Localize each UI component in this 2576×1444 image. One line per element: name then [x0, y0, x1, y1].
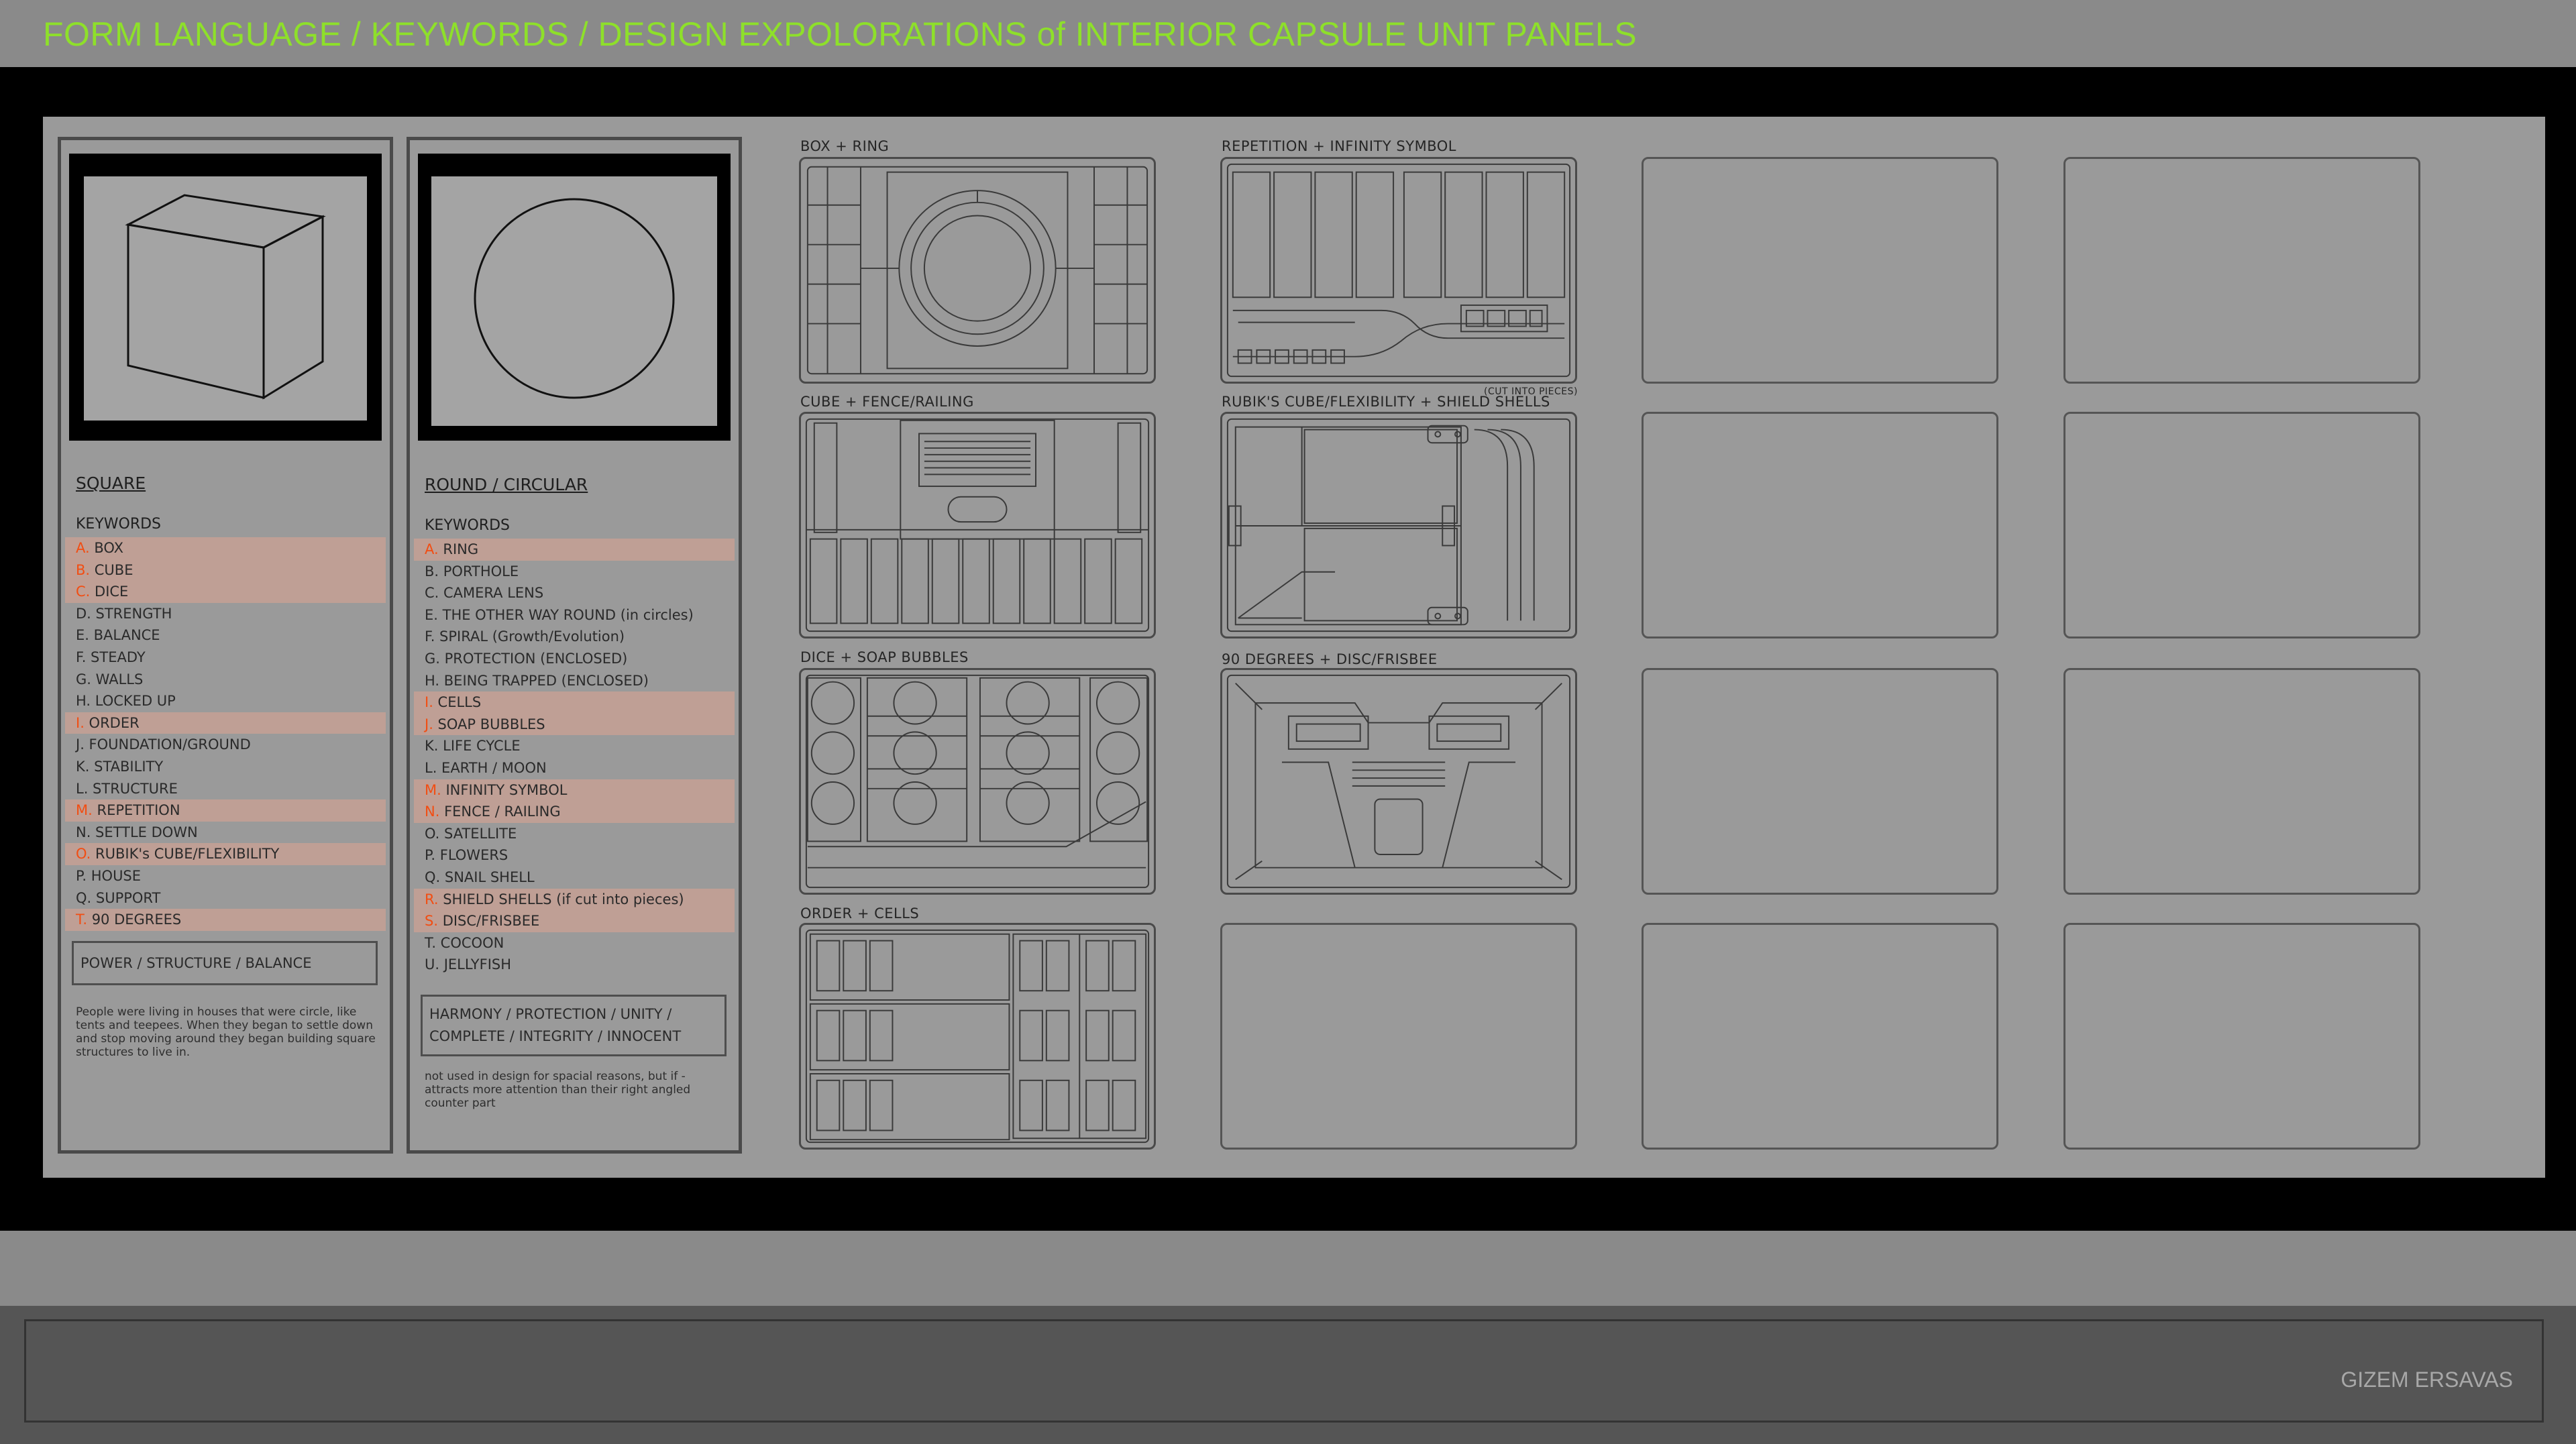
keyword-item: G. WALLS: [76, 671, 144, 687]
keyword-item: N. FENCE / RAILING: [414, 801, 735, 823]
cube-icon: [84, 176, 367, 421]
keyword-item: T. 90 DEGREES: [65, 909, 386, 931]
panel-sublabel: (CUT INTO PIECES): [1484, 386, 1578, 397]
keyword-item: L. STRUCTURE: [76, 780, 178, 797]
empty-panel: [2063, 668, 2420, 895]
round-shape-frame: [418, 154, 731, 441]
square-shape-frame: [69, 154, 382, 441]
panel-label: REPETITION + INFINITY SYMBOL: [1222, 138, 1456, 154]
square-keyword-list: A. BOX B. CUBE C. DICE D. STRENGTH E. BA…: [65, 537, 386, 931]
square-column: SQUARE KEYWORDS A. BOX B. CUBE C. DICE D…: [58, 137, 393, 1154]
keyword-item: A. BOX: [65, 537, 386, 559]
empty-panel: [1220, 923, 1577, 1150]
keyword-item: U. JELLYFISH: [425, 956, 512, 973]
keyword-item: E. THE OTHER WAY ROUND (in circles): [425, 606, 694, 623]
keyword-item: O. SATELLITE: [425, 825, 517, 842]
empty-panel: [1642, 412, 1998, 638]
box-ring-panel-icon: [799, 157, 1156, 384]
keyword-item: G. PROTECTION (ENCLOSED): [425, 650, 628, 667]
round-keywords-label: KEYWORDS: [425, 517, 511, 534]
keyword-item: T. COCOON: [425, 934, 504, 951]
dice-bubbles-panel-icon: [799, 668, 1156, 895]
keyword-item: H. BEING TRAPPED (ENCLOSED): [425, 672, 649, 689]
keyword-item: C. CAMERA LENS: [425, 585, 544, 602]
panel-label: ORDER + CELLS: [800, 905, 920, 922]
empty-panel: [2063, 412, 2420, 638]
footer-frame: [24, 1319, 2544, 1423]
round-summary: HARMONY / PROTECTION / UNITY / COMPLETE …: [421, 995, 727, 1056]
footer: GIZEM ERSAVAS: [0, 1306, 2576, 1444]
keyword-item: M. INFINITY SYMBOL: [414, 779, 735, 801]
empty-panel: [1642, 923, 1998, 1150]
rubiks-shield-panel-icon: [1220, 412, 1577, 638]
repetition-infinity-panel-icon: [1220, 157, 1577, 384]
round-column: ROUND / CIRCULAR KEYWORDS A. RING B. POR…: [407, 137, 742, 1154]
empty-panel: [1642, 157, 1998, 384]
empty-panel: [1642, 668, 1998, 895]
keyword-item: B. CUBE: [65, 559, 386, 581]
keyword-item: Q. SNAIL SHELL: [425, 869, 535, 885]
panel-label: 90 DEGREES + DISC/FRISBEE: [1222, 651, 1438, 667]
keyword-item: P. FLOWERS: [425, 847, 508, 864]
panel-label: CUBE + FENCE/RAILING: [800, 394, 974, 410]
round-heading: ROUND / CIRCULAR: [425, 475, 588, 494]
square-note: People were living in houses that were c…: [76, 1005, 376, 1059]
keyword-item: A. RING: [414, 539, 735, 561]
keyword-item: S. DISC/FRISBEE: [414, 910, 735, 932]
keyword-item: O. RUBIK's CUBE/FLEXIBILITY: [65, 843, 386, 865]
keyword-item: P. HOUSE: [76, 867, 142, 884]
square-summary: POWER / STRUCTURE / BALANCE: [72, 941, 378, 985]
keyword-item: J. FOUNDATION/GROUND: [76, 736, 251, 753]
order-cells-panel-icon: [799, 923, 1156, 1150]
keyword-item: D. STRENGTH: [76, 605, 172, 622]
page-title: FORM LANGUAGE / KEYWORDS / DESIGN EXPOLO…: [43, 15, 1638, 53]
keyword-item: K. LIFE CYCLE: [425, 738, 521, 755]
keyword-item: L. EARTH / MOON: [425, 759, 547, 776]
keyword-item: K. STABILITY: [76, 758, 164, 775]
empty-panel: [2063, 157, 2420, 384]
round-keyword-list: A. RING B. PORTHOLE C. CAMERA LENS E. TH…: [414, 539, 735, 976]
title-bar: FORM LANGUAGE / KEYWORDS / DESIGN EXPOLO…: [0, 0, 2576, 67]
panel-label: BOX + RING: [800, 138, 890, 154]
cube-fence-panel-icon: [799, 412, 1156, 638]
author-name: GIZEM ERSAVAS: [2341, 1368, 2513, 1392]
square-heading: SQUARE: [76, 474, 146, 493]
circle-icon: [431, 176, 717, 426]
keyword-item: F. SPIRAL (Growth/Evolution): [425, 628, 625, 645]
keyword-item: I. CELLS: [414, 691, 735, 714]
round-note: not used in design for spacial reasons, …: [425, 1070, 691, 1110]
keyword-item: N. SETTLE DOWN: [76, 824, 198, 840]
degrees-disc-panel-icon: [1220, 668, 1577, 895]
keyword-item: I. ORDER: [65, 712, 386, 734]
keyword-item: H. LOCKED UP: [76, 693, 176, 710]
keyword-item: F. STEADY: [76, 649, 146, 665]
empty-panel: [2063, 923, 2420, 1150]
keyword-item: Q. SUPPORT: [76, 889, 161, 906]
keyword-item: R. SHIELD SHELLS (if cut into pieces): [414, 888, 735, 911]
keyword-item: M. REPETITION: [65, 799, 386, 822]
keyword-item: E. BALANCE: [76, 627, 160, 644]
keyword-item: B. PORTHOLE: [425, 563, 519, 579]
keyword-item: C. DICE: [65, 581, 386, 603]
keyword-item: J. SOAP BUBBLES: [414, 713, 735, 736]
panel-label: DICE + SOAP BUBBLES: [800, 649, 969, 665]
divider-band: [0, 1231, 2576, 1306]
square-keywords-label: KEYWORDS: [76, 516, 162, 533]
